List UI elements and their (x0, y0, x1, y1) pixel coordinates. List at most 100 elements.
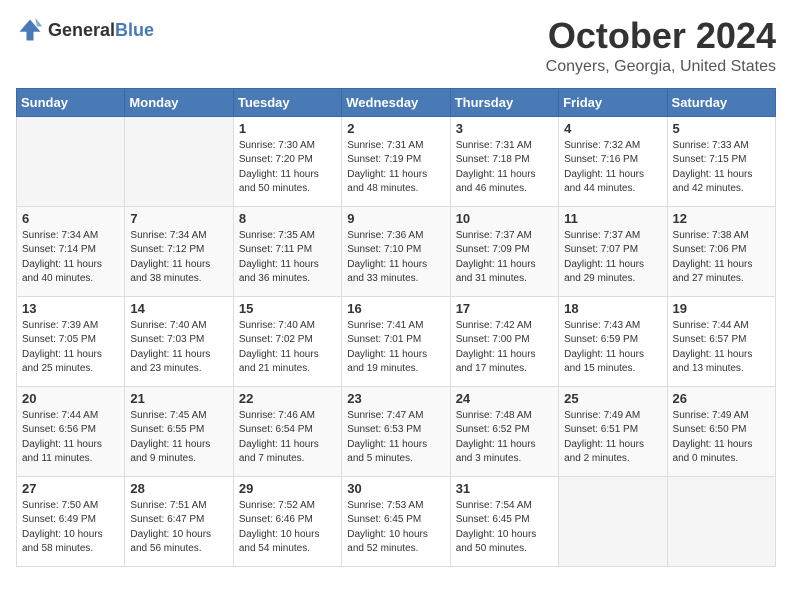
title-area: October 2024 Conyers, Georgia, United St… (546, 16, 776, 76)
day-number: 13 (22, 301, 119, 316)
day-cell: 27Sunrise: 7:50 AMSunset: 6:49 PMDayligh… (17, 476, 125, 566)
day-cell: 19Sunrise: 7:44 AMSunset: 6:57 PMDayligh… (667, 296, 775, 386)
day-cell: 25 Sunrise: 7:49 AMSunset: 6:51 PMDayligh… (559, 386, 667, 476)
day-info: Sunrise: 7:34 AMSunset: 7:14 PMDaylight:… (22, 229, 119, 287)
day-info: Sunrise: 7:42 AMSunset: 7:00 PMDaylight:… (456, 319, 553, 377)
day-info: Sunrise: 7:38 AMSunset: 7:06 PMDaylight:… (673, 229, 770, 287)
day-info: Sunrise: 7:34 AMSunset: 7:12 PMDaylight:… (130, 229, 227, 287)
weekday-header-saturday: Saturday (667, 88, 775, 116)
day-number: 31 (456, 481, 553, 496)
day-cell: 22Sunrise: 7:46 AMSunset: 6:54 PMDayligh… (233, 386, 341, 476)
day-number: 3 (456, 121, 553, 136)
day-cell: 29Sunrise: 7:52 AMSunset: 6:46 PMDayligh… (233, 476, 341, 566)
day-info: Sunrise: 7:49 AMSunset: 6:50 PMDaylight:… (673, 409, 770, 467)
weekday-header-row: SundayMondayTuesdayWednesdayThursdayFrid… (17, 88, 776, 116)
day-number: 26 (673, 391, 770, 406)
day-number: 9 (347, 211, 444, 226)
day-cell (17, 116, 125, 206)
day-info: Sunrise: 7:32 AMSunset: 7:16 PMDaylight:… (564, 139, 661, 197)
day-number: 30 (347, 481, 444, 496)
day-number: 28 (130, 481, 227, 496)
day-info: Sunrise: 7:36 AMSunset: 7:10 PMDaylight:… (347, 229, 444, 287)
day-cell: 1Sunrise: 7:30 AMSunset: 7:20 PMDaylight… (233, 116, 341, 206)
day-cell: 11 Sunrise: 7:37 AMSunset: 7:07 PMDayligh… (559, 206, 667, 296)
day-info: Sunrise: 7:54 AMSunset: 6:45 PMDaylight:… (456, 499, 553, 557)
day-cell: 14 Sunrise: 7:40 AMSunset: 7:03 PMDayligh… (125, 296, 233, 386)
day-number: 10 (456, 211, 553, 226)
day-cell: 10 Sunrise: 7:37 AMSunset: 7:09 PMDayligh… (450, 206, 558, 296)
day-cell (125, 116, 233, 206)
day-number: 16 (347, 301, 444, 316)
day-info: Sunrise: 7:52 AMSunset: 6:46 PMDaylight:… (239, 499, 336, 557)
day-number: 23 (347, 391, 444, 406)
day-info: Sunrise: 7:37 AMSunset: 7:07 PMDaylight:… (564, 229, 661, 287)
weekday-header-friday: Friday (559, 88, 667, 116)
day-info: Sunrise: 7:47 AMSunset: 6:53 PMDaylight:… (347, 409, 444, 467)
day-number: 6 (22, 211, 119, 226)
day-info: Sunrise: 7:37 AMSunset: 7:09 PMDaylight:… (456, 229, 553, 287)
weekday-header-wednesday: Wednesday (342, 88, 450, 116)
day-number: 8 (239, 211, 336, 226)
day-cell: 8Sunrise: 7:35 AMSunset: 7:11 PMDaylight… (233, 206, 341, 296)
day-cell: 4 Sunrise: 7:32 AMSunset: 7:16 PMDaylight… (559, 116, 667, 206)
day-info: Sunrise: 7:43 AMSunset: 6:59 PMDaylight:… (564, 319, 661, 377)
day-number: 4 (564, 121, 661, 136)
day-info: Sunrise: 7:40 AMSunset: 7:02 PMDaylight:… (239, 319, 336, 377)
day-cell: 26 Sunrise: 7:49 AMSunset: 6:50 PMDayligh… (667, 386, 775, 476)
day-info: Sunrise: 7:49 AMSunset: 6:51 PMDaylight:… (564, 409, 661, 467)
day-number: 21 (130, 391, 227, 406)
logo-icon (16, 16, 44, 44)
day-cell (559, 476, 667, 566)
weekday-header-tuesday: Tuesday (233, 88, 341, 116)
day-info: Sunrise: 7:45 AMSunset: 6:55 PMDaylight:… (130, 409, 227, 467)
day-info: Sunrise: 7:30 AMSunset: 7:20 PMDaylight:… (239, 139, 336, 197)
day-number: 25 (564, 391, 661, 406)
day-cell: 9 Sunrise: 7:36 AMSunset: 7:10 PMDaylight… (342, 206, 450, 296)
day-info: Sunrise: 7:33 AMSunset: 7:15 PMDaylight:… (673, 139, 770, 197)
day-cell: 2 Sunrise: 7:31 AMSunset: 7:19 PMDaylight… (342, 116, 450, 206)
calendar: SundayMondayTuesdayWednesdayThursdayFrid… (16, 88, 776, 567)
day-number: 12 (673, 211, 770, 226)
day-number: 24 (456, 391, 553, 406)
page-header: GeneralBlue October 2024 Conyers, Georgi… (16, 16, 776, 76)
day-info: Sunrise: 7:51 AMSunset: 6:47 PMDaylight:… (130, 499, 227, 557)
day-cell: 30 Sunrise: 7:53 AMSunset: 6:45 PMDayligh… (342, 476, 450, 566)
logo: GeneralBlue (16, 16, 154, 44)
day-number: 20 (22, 391, 119, 406)
day-cell: 20Sunrise: 7:44 AMSunset: 6:56 PMDayligh… (17, 386, 125, 476)
day-number: 5 (673, 121, 770, 136)
day-info: Sunrise: 7:46 AMSunset: 6:54 PMDaylight:… (239, 409, 336, 467)
week-row-5: 27Sunrise: 7:50 AMSunset: 6:49 PMDayligh… (17, 476, 776, 566)
day-cell: 31 Sunrise: 7:54 AMSunset: 6:45 PMDayligh… (450, 476, 558, 566)
weekday-header-monday: Monday (125, 88, 233, 116)
week-row-4: 20Sunrise: 7:44 AMSunset: 6:56 PMDayligh… (17, 386, 776, 476)
day-info: Sunrise: 7:53 AMSunset: 6:45 PMDaylight:… (347, 499, 444, 557)
weekday-header-sunday: Sunday (17, 88, 125, 116)
day-number: 19 (673, 301, 770, 316)
day-cell: 15 Sunrise: 7:40 AMSunset: 7:02 PMDayligh… (233, 296, 341, 386)
day-number: 7 (130, 211, 227, 226)
weekday-header-thursday: Thursday (450, 88, 558, 116)
day-cell: 5 Sunrise: 7:33 AMSunset: 7:15 PMDaylight… (667, 116, 775, 206)
week-row-3: 13Sunrise: 7:39 AMSunset: 7:05 PMDayligh… (17, 296, 776, 386)
day-cell: 7 Sunrise: 7:34 AMSunset: 7:12 PMDaylight… (125, 206, 233, 296)
day-info: Sunrise: 7:50 AMSunset: 6:49 PMDaylight:… (22, 499, 119, 557)
day-cell: 24Sunrise: 7:48 AMSunset: 6:52 PMDayligh… (450, 386, 558, 476)
week-row-1: 1Sunrise: 7:30 AMSunset: 7:20 PMDaylight… (17, 116, 776, 206)
week-row-2: 6 Sunrise: 7:34 AMSunset: 7:14 PMDaylight… (17, 206, 776, 296)
month-title: October 2024 (546, 16, 776, 56)
day-cell: 6 Sunrise: 7:34 AMSunset: 7:14 PMDaylight… (17, 206, 125, 296)
day-info: Sunrise: 7:31 AMSunset: 7:18 PMDaylight:… (456, 139, 553, 197)
day-number: 14 (130, 301, 227, 316)
day-number: 2 (347, 121, 444, 136)
logo-general: General (48, 20, 115, 40)
day-info: Sunrise: 7:40 AMSunset: 7:03 PMDaylight:… (130, 319, 227, 377)
day-cell: 21 Sunrise: 7:45 AMSunset: 6:55 PMDayligh… (125, 386, 233, 476)
day-cell: 13Sunrise: 7:39 AMSunset: 7:05 PMDayligh… (17, 296, 125, 386)
day-number: 15 (239, 301, 336, 316)
day-info: Sunrise: 7:31 AMSunset: 7:19 PMDaylight:… (347, 139, 444, 197)
day-info: Sunrise: 7:41 AMSunset: 7:01 PMDaylight:… (347, 319, 444, 377)
location: Conyers, Georgia, United States (546, 58, 776, 76)
day-number: 18 (564, 301, 661, 316)
day-number: 11 (564, 211, 661, 226)
